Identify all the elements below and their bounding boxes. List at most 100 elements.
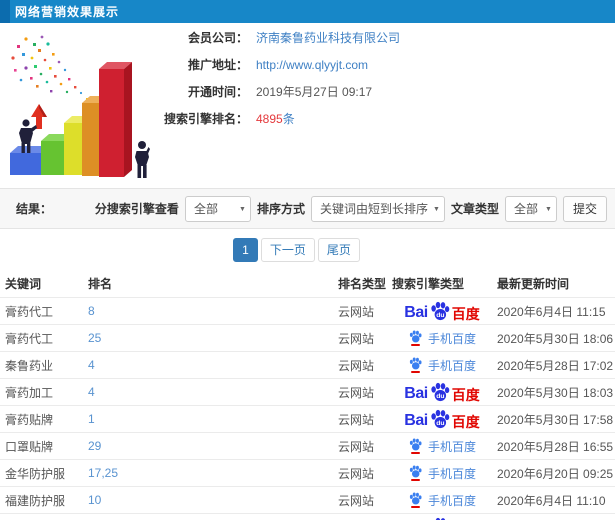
sort-value: 关键词由短到长排序 bbox=[319, 201, 428, 216]
sort-select[interactable]: 关键词由短到长排序 ▼ bbox=[310, 195, 445, 222]
baidu-paw-icon bbox=[408, 330, 423, 346]
rank-type-cell: 云网站 bbox=[338, 439, 375, 454]
keyword-cell: 膏药加工 bbox=[5, 385, 54, 400]
pagination: 1 下一页 尾页 bbox=[0, 229, 604, 270]
info-label: 会员公司： bbox=[187, 31, 248, 45]
engine-cell: Bai du 百度 bbox=[387, 301, 497, 321]
keyword-cell: 福建防护服 bbox=[5, 493, 66, 508]
result-label: 结果： bbox=[16, 202, 53, 216]
info-value: http://www.qlyyjt.com bbox=[256, 52, 368, 79]
table-body: 膏药代工 8 云网站 Bai du 百度 2020年6月4日 11:15 膏药代… bbox=[0, 297, 615, 520]
updated-cell: 2020年6月4日 11:15 bbox=[497, 304, 606, 319]
pagination-page-1[interactable]: 1 bbox=[233, 237, 258, 262]
baidu-mobile-label: 手机百度 bbox=[427, 493, 476, 508]
info-value: 济南秦鲁药业科技有限公司 bbox=[256, 25, 400, 52]
baidu-mobile-label: 手机百度 bbox=[427, 358, 476, 373]
pagination-last[interactable]: 尾页 bbox=[317, 237, 360, 262]
baidu-redbar-decoration bbox=[410, 506, 420, 508]
caret-down-icon: ▼ bbox=[239, 205, 246, 213]
rank-link[interactable]: 4 bbox=[83, 358, 333, 372]
caret-down-icon: ▼ bbox=[433, 205, 440, 213]
baidu-paw-icon: du bbox=[431, 409, 449, 429]
baidu-paw-icon bbox=[408, 438, 423, 454]
info-value-text: 条 bbox=[282, 112, 295, 126]
engine-filter-select[interactable]: 全部 ▼ bbox=[184, 195, 251, 222]
rank-link[interactable]: 17,25 bbox=[83, 466, 333, 480]
baidu-mobile-logo: 手机百度 bbox=[408, 330, 476, 347]
rank-link[interactable]: 10 bbox=[83, 493, 333, 507]
info-row: 搜索引擎排名： 4895条 bbox=[0, 106, 615, 133]
rank-link[interactable]: 25 bbox=[83, 331, 333, 345]
baidu-paw-icon bbox=[408, 357, 423, 373]
info-label: 搜索引擎排名： bbox=[163, 112, 248, 126]
baidu-mobile-label: 手机百度 bbox=[427, 331, 476, 346]
keyword-cell: 金华防护服 bbox=[5, 466, 66, 481]
baidu-paw-icon: du bbox=[431, 301, 449, 321]
column-header-2: 排名类型 bbox=[338, 277, 387, 291]
keyword-cell: 膏药代工 bbox=[5, 304, 54, 319]
info-value-text: 4895 bbox=[256, 112, 283, 126]
info-label: 推广地址： bbox=[187, 58, 248, 72]
rank-link[interactable]: 4 bbox=[83, 385, 333, 399]
table-row: Bai du 百度 bbox=[0, 513, 615, 520]
baidu-redbar-decoration bbox=[410, 371, 420, 373]
baidu-pc-logo: Bai du 百度 bbox=[404, 382, 480, 402]
businessman-right bbox=[135, 141, 150, 178]
keyword-cell: 口罩贴牌 bbox=[5, 439, 54, 454]
updated-cell: 2020年5月28日 16:55 bbox=[497, 439, 614, 454]
info-value: 4895条 bbox=[256, 106, 295, 133]
table-row: 膏药贴牌 1 云网站 Bai du 百度 2020年5月30日 17:58 bbox=[0, 405, 615, 432]
rank-link[interactable]: 1 bbox=[83, 412, 333, 426]
engine-filter-label: 分搜索引擎查看 bbox=[94, 202, 179, 216]
baidu-redbar-decoration bbox=[410, 344, 420, 346]
engine-filter-value: 全部 bbox=[193, 201, 218, 216]
caret-down-icon: ▼ bbox=[545, 205, 552, 213]
page: 网络营销效果展示 会员公司： 济南秦鲁药业科技有限公司 推广地址： http:/… bbox=[0, 0, 615, 520]
updated-cell: 2020年5月30日 17:58 bbox=[497, 412, 614, 427]
page-title: 网络营销效果展示 bbox=[15, 5, 120, 19]
baidu-redbar-decoration bbox=[410, 452, 420, 454]
info-value-text: 2019年5月27日 09:17 bbox=[256, 85, 373, 99]
table-row: 膏药代工 25 云网站 手机百度 2020年5月30日 18:06 bbox=[0, 324, 615, 351]
info-row: 推广地址： http://www.qlyyjt.com bbox=[0, 52, 615, 79]
sort-label: 排序方式 bbox=[256, 202, 305, 216]
baidu-pc-logo: Bai du 百度 bbox=[404, 409, 480, 429]
table-row: 口罩贴牌 29 云网站 手机百度 2020年5月28日 16:55 bbox=[0, 432, 615, 459]
header-accent-block bbox=[0, 0, 10, 23]
updated-cell: 2020年6月4日 11:10 bbox=[497, 493, 606, 508]
article-type-label: 文章类型 bbox=[450, 202, 499, 216]
info-section: 会员公司： 济南秦鲁药业科技有限公司 推广地址： http://www.qlyy… bbox=[0, 23, 615, 186]
column-header-4: 最新更新时间 bbox=[497, 277, 570, 291]
info-value-link[interactable]: http://www.qlyyjt.com bbox=[256, 58, 368, 72]
svg-text:du: du bbox=[436, 312, 444, 319]
company-info: 会员公司： 济南秦鲁药业科技有限公司 推广地址： http://www.qlyy… bbox=[0, 25, 615, 133]
baidu-paw-icon bbox=[408, 492, 423, 508]
rank-link[interactable]: 29 bbox=[83, 439, 333, 453]
svg-text:du: du bbox=[436, 393, 444, 400]
keyword-cell: 膏药代工 bbox=[5, 331, 54, 346]
rank-type-cell: 云网站 bbox=[338, 385, 375, 400]
filter-controls: 分搜索引擎查看 全部 ▼ 排序方式 关键词由短到长排序 ▼ 文章类型 全部 ▼ … bbox=[94, 195, 607, 222]
column-header-1: 排名 bbox=[88, 277, 113, 291]
rank-link[interactable]: 8 bbox=[83, 304, 333, 318]
info-row: 开通时间： 2019年5月27日 09:17 bbox=[0, 79, 615, 106]
article-type-select[interactable]: 全部 ▼ bbox=[504, 195, 557, 222]
engine-cell: 手机百度 bbox=[387, 438, 497, 455]
article-type-value: 全部 bbox=[513, 201, 538, 216]
baidu-redbar-decoration bbox=[410, 479, 420, 481]
pagination-next[interactable]: 下一页 bbox=[260, 237, 315, 262]
baidu-mobile-logo: 手机百度 bbox=[408, 438, 476, 455]
updated-cell: 2020年6月20日 09:25 bbox=[497, 466, 614, 481]
info-value-link[interactable]: 济南秦鲁药业科技有限公司 bbox=[256, 31, 400, 45]
title-bar: 网络营销效果展示 bbox=[0, 0, 615, 23]
rank-type-cell: 云网站 bbox=[338, 493, 375, 508]
column-header-0: 关键词 bbox=[5, 277, 42, 291]
table-row: 福建防护服 10 云网站 手机百度 2020年6月4日 11:10 bbox=[0, 486, 615, 513]
rank-type-cell: 云网站 bbox=[338, 358, 375, 373]
baidu-mobile-logo: 手机百度 bbox=[408, 357, 476, 374]
rank-type-cell: 云网站 bbox=[338, 466, 375, 481]
baidu-paw-icon bbox=[408, 465, 423, 481]
engine-cell: 手机百度 bbox=[387, 492, 497, 509]
baidu-mobile-label: 手机百度 bbox=[427, 439, 476, 454]
submit-button[interactable]: 提交 bbox=[562, 195, 607, 222]
